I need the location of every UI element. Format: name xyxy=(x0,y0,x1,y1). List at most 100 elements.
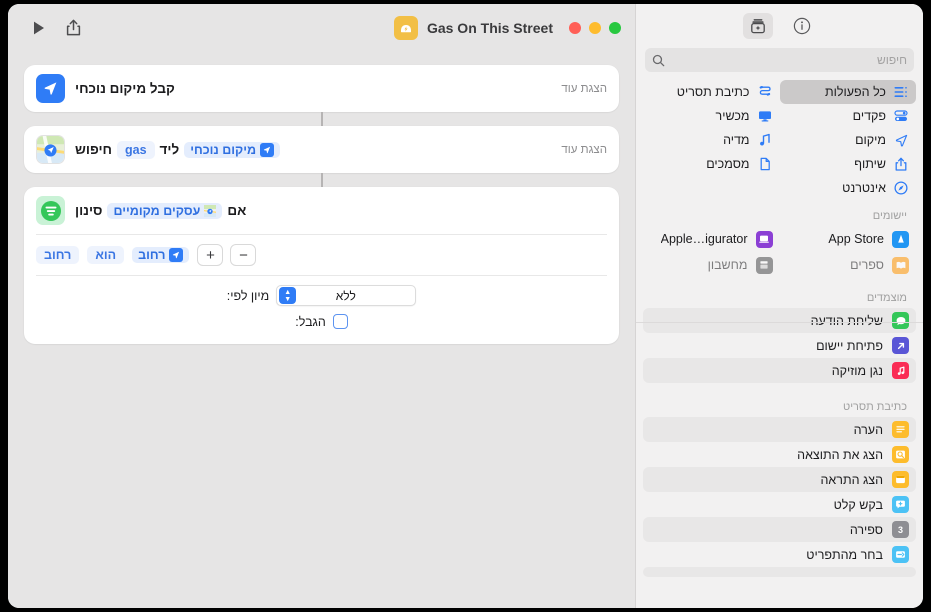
count-glyph: 3 xyxy=(898,524,904,535)
count-icon: 3 xyxy=(892,521,909,538)
list-item[interactable]: הערה xyxy=(643,417,916,442)
remove-filter-button[interactable]: − xyxy=(230,244,257,266)
apps-section-header: יישומים xyxy=(872,210,907,222)
current-location-token[interactable]: מיקום נוכחי xyxy=(184,141,281,158)
maps-icon xyxy=(36,135,65,164)
card-header: חיפוש gas ליד מיקום נוכחי הצגת עוד xyxy=(24,126,619,173)
sidebar-app-label: מחשבון xyxy=(707,258,748,272)
sidebar-grid-filler xyxy=(643,176,780,200)
list-item-partial[interactable] xyxy=(643,567,916,577)
token-label: רחוב xyxy=(138,248,166,262)
list-item[interactable]: 3 ספירה xyxy=(643,517,916,542)
sidebar-item-documents[interactable]: מסמכים xyxy=(643,152,780,176)
sidebar-app-calculator[interactable]: מחשבון xyxy=(643,252,780,278)
sidebar-app-app-store[interactable]: App Store xyxy=(780,226,917,252)
open-app-icon xyxy=(892,337,909,354)
sidebar-app-label: Apple…igurator xyxy=(660,232,748,246)
media-icon xyxy=(757,132,773,148)
sidebar-item-location[interactable]: מיקום xyxy=(780,128,917,152)
list-item-label: הצג את התוצאה xyxy=(797,447,883,462)
search-query-token[interactable]: gas xyxy=(117,140,155,159)
card-connector xyxy=(320,173,323,187)
list-item[interactable]: נגן מוזיקה xyxy=(643,358,916,383)
add-action-icon[interactable] xyxy=(742,13,773,39)
internet-icon xyxy=(893,180,909,196)
list-item[interactable]: הצג את התוצאה xyxy=(643,442,916,467)
ask-for-input-icon xyxy=(892,496,909,513)
quick-look-icon xyxy=(892,446,909,463)
sidebar: חיפוש כל הפעולות כתיבת תסריט פקדים מכשיר… xyxy=(635,4,923,608)
sidebar-app-apple-configurator[interactable]: Apple…igurator xyxy=(643,226,780,252)
sort-by-select[interactable]: ▲ ▼ ללא xyxy=(276,285,417,306)
list-item[interactable]: בחר מהתפריט xyxy=(643,542,916,567)
list-item[interactable]: פתיחת יישום xyxy=(643,333,916,358)
sidebar-item-media[interactable]: מדיה xyxy=(643,128,780,152)
list-item-label: בקש קלט xyxy=(833,497,883,512)
minimize-button[interactable] xyxy=(589,21,601,34)
sidebar-item-scripting[interactable]: כתיבת תסריט xyxy=(643,80,780,104)
choose-from-menu-icon xyxy=(892,546,909,563)
sidebar-item-controls[interactable]: פקדים xyxy=(780,104,917,128)
info-icon[interactable] xyxy=(787,13,817,39)
filter-operator-token[interactable]: הוא xyxy=(87,246,125,264)
sort-by-label: מיון לפי: xyxy=(226,288,270,303)
search-placeholder: חיפוש xyxy=(877,53,907,67)
play-music-icon xyxy=(892,362,909,379)
share-icon[interactable] xyxy=(58,15,88,41)
limit-checkbox[interactable] xyxy=(332,314,348,329)
list-item[interactable]: שליחת הודעה xyxy=(643,308,916,333)
sidebar-item-device[interactable]: מכשיר xyxy=(643,104,780,128)
send-message-icon xyxy=(892,312,909,329)
list-item-label: ספירה xyxy=(849,522,883,537)
list-item[interactable]: בקש קלט xyxy=(643,492,916,517)
traffic-lights xyxy=(569,21,621,34)
show-more-link[interactable]: הצגת עוד xyxy=(561,83,607,95)
card-header: סינון עסקים מקומיים אם xyxy=(24,187,619,234)
search-field[interactable]: חיפוש xyxy=(645,48,914,72)
card-title: קבל מיקום נוכחי xyxy=(75,81,175,96)
sidebar-item-sharing[interactable]: שיתוף xyxy=(780,152,917,176)
card-header: קבל מיקום נוכחי הצגת עוד xyxy=(24,65,619,112)
close-button[interactable] xyxy=(569,21,581,34)
scripting-list: הערה הצג את התוצאה הצג התראה בקש קלט 3 ס… xyxy=(636,417,923,577)
add-filter-button[interactable]: + xyxy=(197,244,224,266)
books-icon xyxy=(892,256,909,274)
comment-icon xyxy=(892,421,909,438)
run-button[interactable] xyxy=(24,15,54,41)
sidebar-item-internet[interactable]: אינטרנט xyxy=(780,176,917,200)
source-token[interactable]: עסקים מקומיים xyxy=(107,202,223,219)
navigation-arrow-icon xyxy=(36,74,65,103)
suggestions-section-header: מוצמדים xyxy=(866,292,907,304)
category-grid: כל הפעולות כתיבת תסריט פקדים מכשיר מיקום… xyxy=(636,80,923,200)
app-window: Gas On This Street קבל מיקום נוכחי הצגת … xyxy=(8,4,923,608)
documents-icon xyxy=(757,156,773,172)
zoom-button[interactable] xyxy=(609,21,621,34)
script-icon xyxy=(757,84,773,100)
action-card-filter[interactable]: סינון עסקים מקומיים אם רחוב הוא רחוב + −… xyxy=(24,187,619,344)
filter-condition-row: רחוב הוא רחוב + − xyxy=(24,235,619,275)
list-item-label: הערה xyxy=(853,422,883,437)
app-store-icon xyxy=(892,230,909,248)
filter-value-token[interactable]: רחוב xyxy=(132,247,190,263)
show-alert-icon xyxy=(892,471,909,488)
list-icon xyxy=(893,84,909,100)
shortcut-icon xyxy=(393,15,418,40)
list-item[interactable]: הצג התראה xyxy=(643,467,916,492)
limit-row: הגבל: xyxy=(24,310,619,333)
sidebar-toolbar xyxy=(636,4,923,48)
token-label: עסקים מקומיים xyxy=(113,203,201,218)
main-toolbar: Gas On This Street xyxy=(8,4,635,51)
filter-field-token[interactable]: רחוב xyxy=(36,246,80,264)
sidebar-item-label: כתיבת תסריט xyxy=(676,85,750,99)
show-more-link[interactable]: הצגת עוד xyxy=(561,144,607,156)
action-card-search-maps[interactable]: חיפוש gas ליד מיקום נוכחי הצגת עוד xyxy=(24,126,619,173)
sort-by-row: מיון לפי: ▲ ▼ ללא xyxy=(24,276,619,310)
navigation-arrow-icon xyxy=(169,248,184,262)
action-card-get-current-location[interactable]: קבל מיקום נוכחי הצגת עוד xyxy=(24,65,619,112)
sidebar-scroll-area[interactable]: כל הפעולות כתיבת תסריט פקדים מכשיר מיקום… xyxy=(636,80,923,608)
location-icon xyxy=(893,132,909,148)
sidebar-item-all-actions[interactable]: כל הפעולות xyxy=(779,80,916,104)
search-icon xyxy=(652,54,665,67)
workflow-canvas: קבל מיקום נוכחי הצגת עוד חיפוש gas ליד מ… xyxy=(8,51,635,608)
sidebar-app-books[interactable]: ספרים xyxy=(780,252,917,278)
